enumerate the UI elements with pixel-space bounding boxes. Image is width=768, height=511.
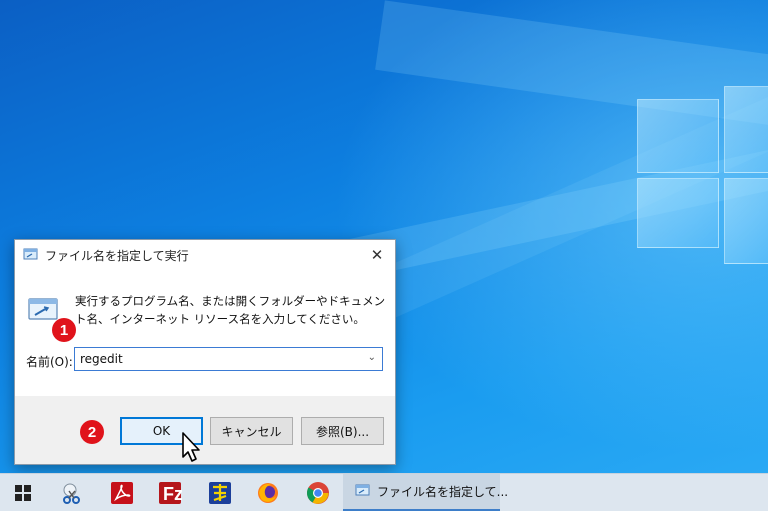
logo-pane	[637, 178, 719, 248]
cancel-button[interactable]: キャンセル	[210, 417, 293, 445]
dialog-title: ファイル名を指定して実行	[45, 248, 189, 263]
chevron-down-icon[interactable]: ⌄	[368, 352, 376, 363]
chrome-icon[interactable]	[298, 478, 338, 508]
step-2-badge: 2	[80, 420, 104, 444]
taskbar-run-window-button[interactable]: ファイル名を指定して...	[343, 474, 508, 511]
svg-text:Fz: Fz	[163, 484, 182, 504]
browse-button[interactable]: 参照(B)...	[301, 417, 384, 445]
hidemaru-editor-icon[interactable]	[200, 478, 240, 508]
close-button[interactable]: ✕	[359, 240, 395, 270]
close-icon: ✕	[370, 246, 384, 264]
run-small-icon	[355, 483, 371, 500]
acrobat-icon[interactable]	[102, 478, 142, 508]
name-combobox[interactable]: regedit ⌄	[74, 347, 383, 371]
logo-pane	[724, 178, 768, 264]
step-1-badge: 1	[52, 318, 76, 342]
firefox-icon[interactable]	[248, 478, 288, 508]
taskbar: Fz ファイル名を指定して...	[0, 473, 768, 511]
run-small-icon	[23, 247, 39, 264]
windows-start-icon[interactable]	[3, 478, 43, 508]
taskbar-run-label: ファイル名を指定して...	[377, 485, 509, 499]
logo-pane	[637, 99, 719, 173]
logo-pane	[724, 86, 768, 173]
name-label: 名前(O):	[26, 355, 73, 369]
filezilla-icon[interactable]: Fz	[150, 478, 190, 508]
snipping-tool-icon[interactable]	[52, 478, 92, 508]
mouse-cursor-icon	[177, 427, 207, 471]
dialog-description: 実行するプログラム名、または開くフォルダーやドキュメント名、インターネット リソ…	[75, 294, 386, 326]
dialog-titlebar[interactable]: ファイル名を指定して実行	[15, 240, 395, 270]
name-input-value: regedit	[80, 352, 123, 366]
